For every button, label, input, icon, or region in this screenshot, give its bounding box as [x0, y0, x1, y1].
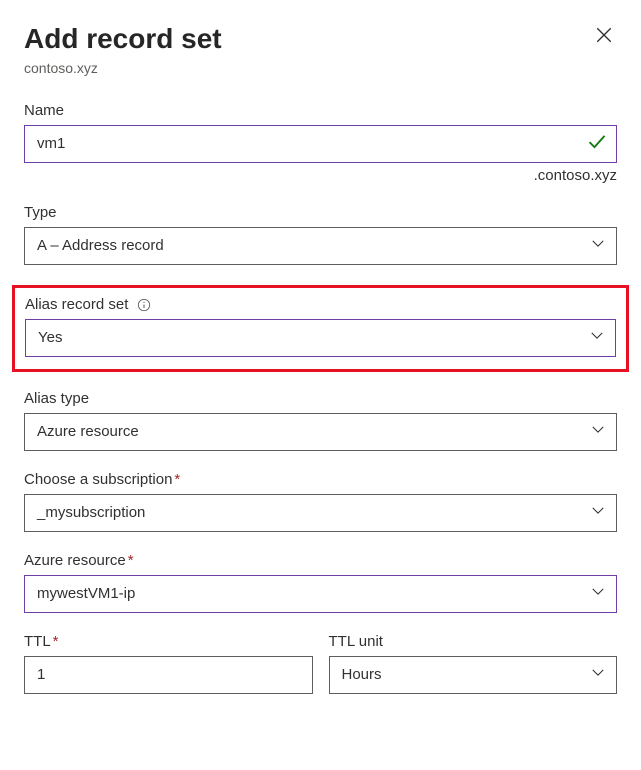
required-marker: *: [53, 633, 59, 650]
ttl-label: TTL*: [24, 633, 313, 650]
alias-type-select[interactable]: Azure resource: [24, 413, 617, 451]
azure-resource-label-text: Azure resource: [24, 552, 126, 569]
subscription-label-text: Choose a subscription: [24, 471, 172, 488]
name-suffix: .contoso.xyz: [24, 167, 617, 184]
subtitle: contoso.xyz: [24, 60, 617, 76]
alias-record-set-select[interactable]: Yes: [25, 319, 616, 357]
required-marker: *: [128, 552, 134, 569]
name-input[interactable]: [24, 125, 617, 163]
ttl-unit-label: TTL unit: [329, 633, 618, 650]
close-button[interactable]: [591, 22, 617, 51]
azure-resource-label: Azure resource*: [24, 552, 617, 569]
subscription-select[interactable]: _mysubscription: [24, 494, 617, 532]
info-icon[interactable]: [137, 298, 151, 312]
required-marker: *: [174, 471, 180, 488]
alias-type-label: Alias type: [24, 390, 617, 407]
close-icon: [595, 26, 613, 47]
subscription-label: Choose a subscription*: [24, 471, 617, 488]
alias-record-set-label-text: Alias record set: [25, 296, 128, 313]
type-select[interactable]: A – Address record: [24, 227, 617, 265]
page-title: Add record set: [24, 22, 222, 56]
azure-resource-select[interactable]: mywestVM1-ip: [24, 575, 617, 613]
check-icon: [587, 131, 607, 156]
ttl-unit-select[interactable]: Hours: [329, 656, 618, 694]
ttl-input[interactable]: [24, 656, 313, 694]
alias-record-set-label: Alias record set: [25, 296, 616, 313]
name-label: Name: [24, 102, 617, 119]
type-label: Type: [24, 204, 617, 221]
ttl-label-text: TTL: [24, 633, 51, 650]
alias-record-set-highlight: Alias record set Yes: [12, 285, 629, 372]
